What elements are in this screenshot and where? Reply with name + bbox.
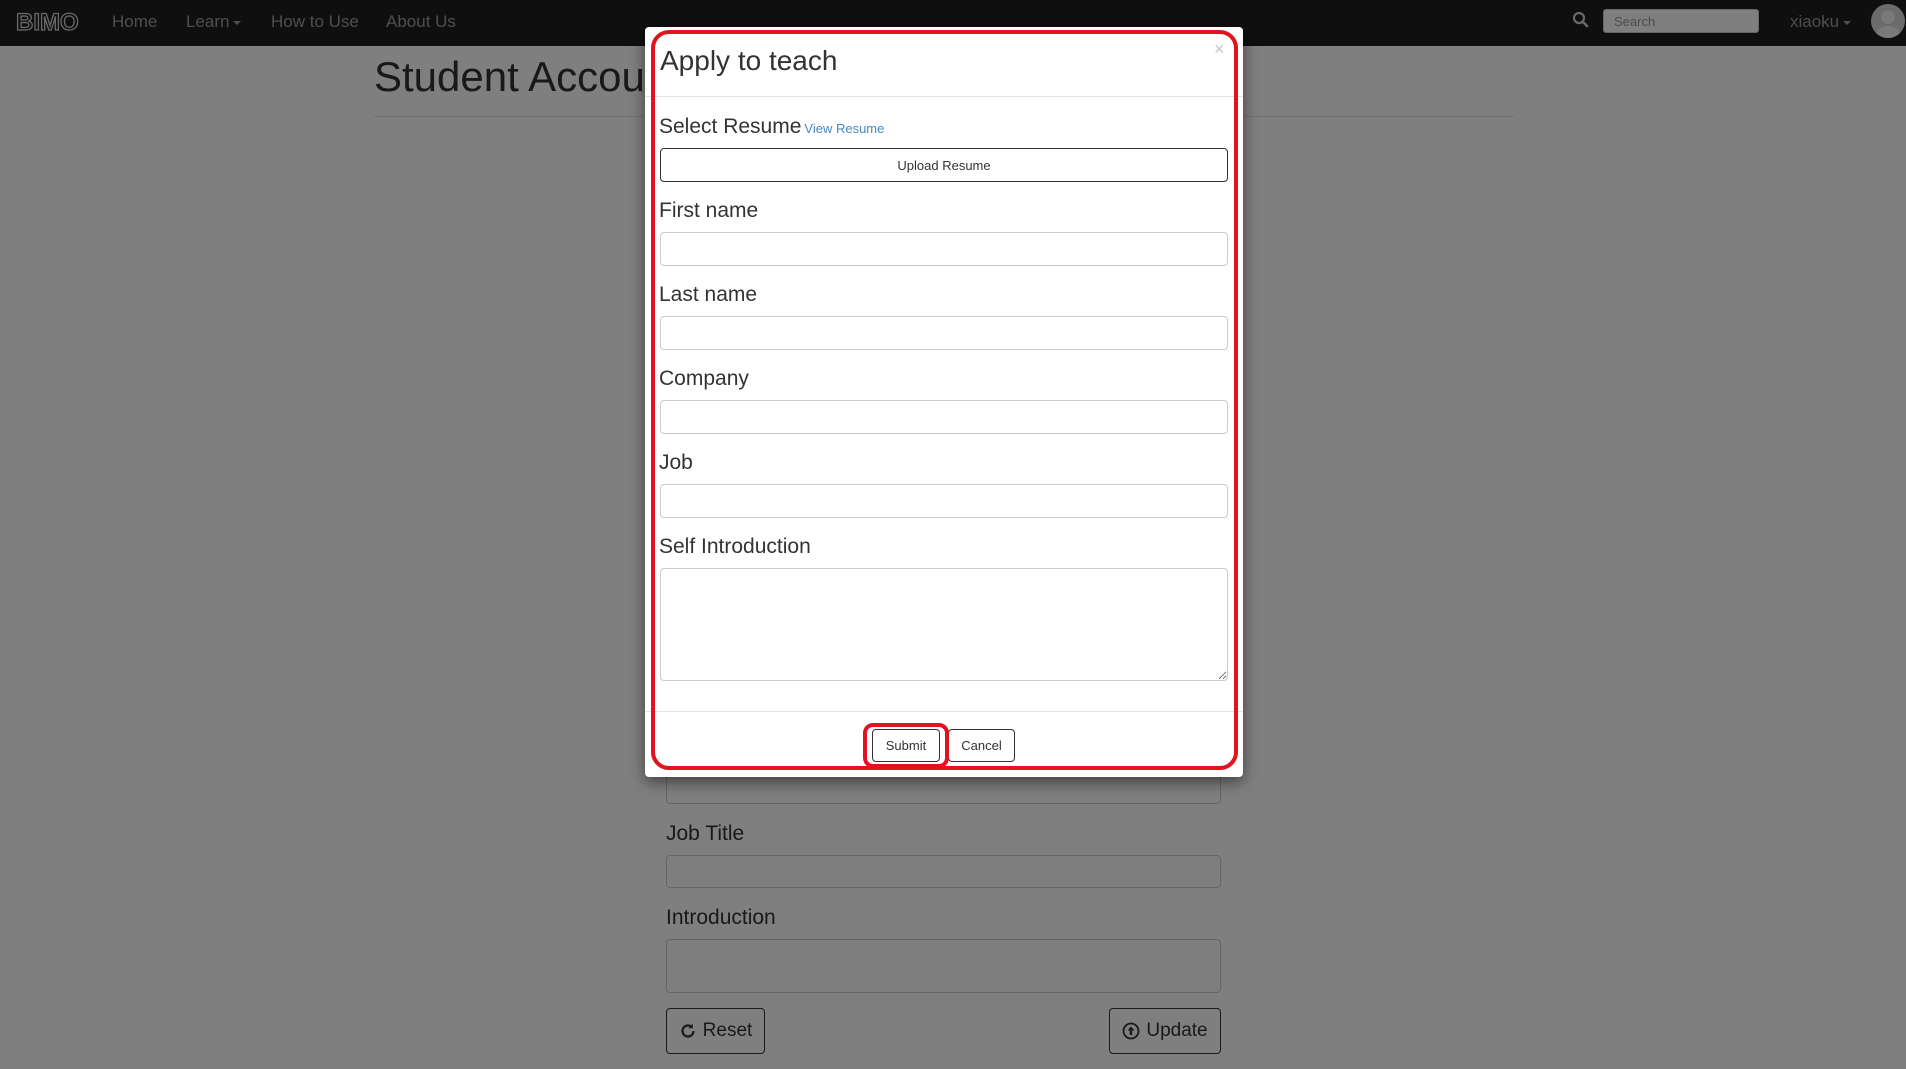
submit-button[interactable]: Submit bbox=[872, 729, 940, 762]
select-resume-label: Select Resume View Resume bbox=[659, 115, 884, 139]
self-introduction-label: Self Introduction bbox=[659, 535, 811, 558]
self-introduction-textarea[interactable] bbox=[660, 568, 1228, 681]
close-icon[interactable]: × bbox=[1214, 40, 1225, 58]
job-label: Job bbox=[659, 451, 693, 474]
cancel-button[interactable]: Cancel bbox=[948, 729, 1015, 762]
select-resume-text: Select Resume bbox=[659, 115, 802, 138]
job-input[interactable] bbox=[660, 484, 1228, 518]
view-resume-link[interactable]: View Resume bbox=[804, 121, 884, 136]
company-input[interactable] bbox=[660, 400, 1228, 434]
first-name-input[interactable] bbox=[660, 232, 1228, 266]
upload-resume-button[interactable]: Upload Resume bbox=[660, 148, 1228, 182]
modal-title: Apply to teach bbox=[660, 45, 838, 76]
last-name-label: Last name bbox=[659, 283, 758, 306]
last-name-input[interactable] bbox=[660, 316, 1228, 350]
modal-header-divider bbox=[645, 96, 1243, 97]
modal-footer-divider bbox=[645, 711, 1243, 712]
first-name-label: First name bbox=[659, 199, 759, 222]
company-label: Company bbox=[659, 367, 749, 390]
